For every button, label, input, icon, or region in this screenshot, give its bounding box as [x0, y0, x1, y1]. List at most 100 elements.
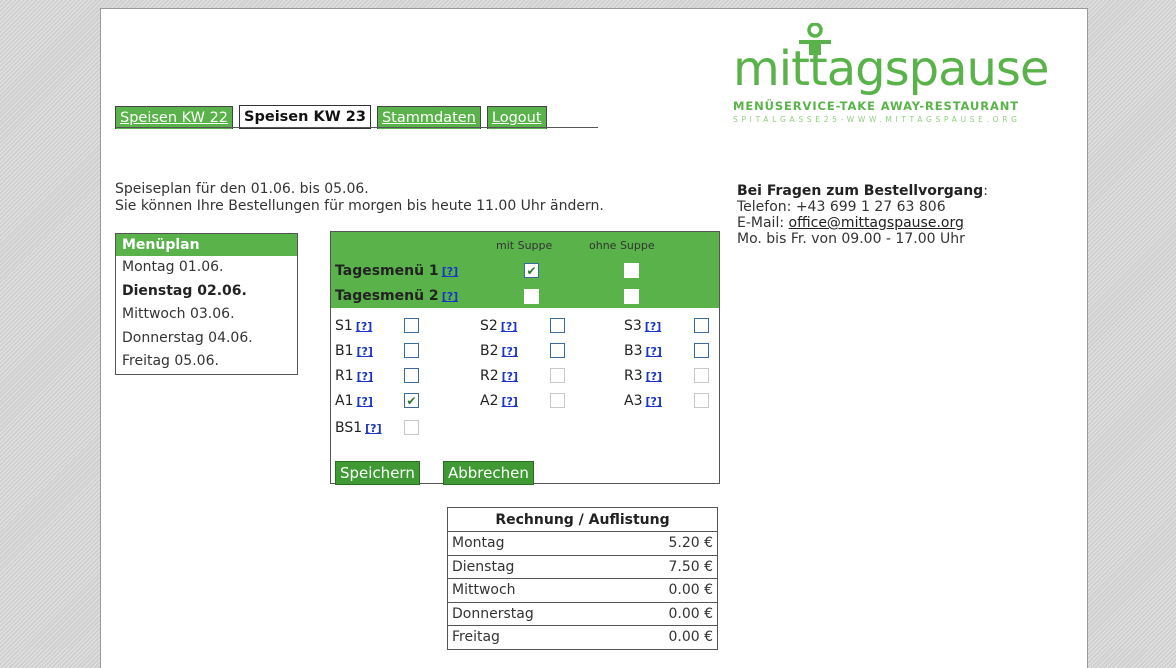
- invoice-amount: 5.20 €: [668, 535, 713, 551]
- invoice-row: Dienstag 7.50 €: [448, 556, 717, 579]
- invoice-day: Donnerstag: [452, 605, 534, 622]
- tagesmenu-1-ohne-suppe-checkbox[interactable]: [624, 263, 639, 278]
- menuplan-day-freitag[interactable]: Freitag 05.06.: [116, 350, 297, 374]
- item-r3-label: R3 [?]: [624, 368, 662, 384]
- tagesmenu-2-label: Tagesmenü 2 [?]: [335, 288, 458, 304]
- menuplan-day-montag[interactable]: Montag 01.06.: [116, 256, 297, 280]
- menuplan-box: Menüplan Montag 01.06. Dienstag 02.06. M…: [115, 233, 298, 375]
- invoice-day: Montag: [452, 535, 505, 551]
- logo: mittagspause MENÜSERVICE-TAKE AWAY-RESTA…: [733, 23, 1078, 124]
- contact-hours: Mo. bis Fr. von 09.00 - 17.00 Uhr: [737, 231, 965, 247]
- contact-heading: Bei Fragen zum Bestellvorgang: [737, 183, 984, 199]
- item-s3-text: S3: [624, 318, 642, 334]
- menuplan-day-dienstag[interactable]: Dienstag 02.06.: [116, 280, 297, 304]
- help-link[interactable]: [?]: [357, 345, 373, 358]
- tab-underline: [115, 127, 598, 128]
- logo-wordmark: mittagspause: [733, 23, 1078, 97]
- logo-address: SPITALGASSE25-WWW.MITTAGSPAUSE.ORG: [733, 115, 1021, 124]
- invoice-table: Rechnung / Auflistung Montag 5.20 € Diens…: [447, 507, 718, 650]
- tagesmenu-2-text: Tagesmenü 2: [335, 288, 439, 304]
- tagesmenu-section: mit Suppe ohne Suppe Tagesmenü 1 [?] ✔ Ta…: [331, 232, 719, 308]
- invoice-amount: 7.50 €: [668, 558, 713, 575]
- invoice-day: Freitag: [452, 629, 500, 645]
- help-link[interactable]: [?]: [356, 320, 372, 333]
- intro-line-2: Sie können Ihre Bestellungen für morgen …: [115, 198, 604, 214]
- invoice-day: Mittwoch: [452, 582, 516, 598]
- menuplan-day-mittwoch[interactable]: Mittwoch 03.06.: [116, 303, 297, 327]
- invoice-title: Rechnung / Auflistung: [448, 508, 717, 532]
- help-link[interactable]: [?]: [502, 370, 518, 383]
- item-b2-label: B2 [?]: [480, 343, 518, 359]
- column-label-ohne-suppe: ohne Suppe: [589, 239, 655, 252]
- item-s2-label: S2 [?]: [480, 318, 517, 334]
- contact-info: Bei Fragen zum Bestellvorgang: Telefon: …: [737, 183, 988, 247]
- tab-bar: Speisen KW 22 Speisen KW 23 Stammdaten L…: [115, 105, 553, 129]
- item-a2-checkbox: [550, 393, 565, 408]
- item-a3-text: A3: [624, 393, 643, 409]
- help-link[interactable]: [?]: [646, 370, 662, 383]
- help-link[interactable]: [?]: [645, 320, 661, 333]
- tagesmenu-2-mit-suppe-checkbox[interactable]: [524, 289, 539, 304]
- logo-text: mittagspause: [733, 41, 1049, 97]
- tab-logout[interactable]: Logout: [486, 106, 547, 129]
- menuplan-title: Menüplan: [116, 234, 297, 256]
- cancel-button[interactable]: Abbrechen: [443, 461, 534, 485]
- help-link[interactable]: [?]: [502, 345, 518, 358]
- check-icon: ✔: [526, 263, 537, 278]
- item-b3-checkbox[interactable]: [694, 343, 709, 358]
- item-b1-label: B1 [?]: [335, 343, 373, 359]
- page-container: Speisen KW 22 Speisen KW 23 Stammdaten L…: [100, 8, 1088, 668]
- item-s2-text: S2: [480, 318, 498, 334]
- tab-stammdaten[interactable]: Stammdaten: [376, 106, 481, 129]
- item-b2-text: B2: [480, 343, 499, 359]
- invoice-row: Donnerstag 0.00 €: [448, 603, 717, 626]
- invoice-day: Dienstag: [452, 558, 515, 575]
- invoice-amount: 0.00 €: [668, 582, 713, 598]
- contact-email-label: E-Mail:: [737, 215, 789, 231]
- item-a1-label: A1 [?]: [335, 393, 373, 409]
- invoice-row: Freitag 0.00 €: [448, 626, 717, 650]
- item-r2-text: R2: [480, 368, 499, 384]
- logo-tagline: MENÜSERVICE-TAKE AWAY-RESTAURANT: [733, 99, 1020, 113]
- item-s3-checkbox[interactable]: [694, 318, 709, 333]
- item-s2-checkbox[interactable]: [550, 318, 565, 333]
- help-link[interactable]: [?]: [501, 320, 517, 333]
- invoice-amount: 0.00 €: [668, 605, 713, 622]
- item-bs1-checkbox: [404, 420, 419, 435]
- help-link[interactable]: [?]: [365, 422, 381, 435]
- item-b1-checkbox[interactable]: [404, 343, 419, 358]
- tab-speisen-kw23[interactable]: Speisen KW 23: [239, 105, 371, 129]
- contact-email-link[interactable]: office@mittagspause.org: [789, 215, 964, 231]
- help-link[interactable]: [?]: [442, 290, 458, 303]
- invoice-amount: 0.00 €: [668, 629, 713, 645]
- item-r1-label: R1 [?]: [335, 368, 373, 384]
- help-link[interactable]: [?]: [357, 370, 373, 383]
- intro-line-1: Speiseplan für den 01.06. bis 05.06.: [115, 181, 369, 197]
- check-icon: ✔: [406, 393, 417, 408]
- help-link[interactable]: [?]: [501, 395, 517, 408]
- item-r1-checkbox[interactable]: [404, 368, 419, 383]
- item-a1-text: A1: [335, 393, 354, 409]
- item-r3-text: R3: [624, 368, 643, 384]
- tagesmenu-1-mit-suppe-checkbox[interactable]: ✔: [524, 263, 539, 278]
- tagesmenu-2-ohne-suppe-checkbox[interactable]: [624, 289, 639, 304]
- item-b2-checkbox[interactable]: [550, 343, 565, 358]
- item-s1-checkbox[interactable]: [404, 318, 419, 333]
- item-r3-checkbox: [694, 368, 709, 383]
- item-bs1-text: BS1: [335, 420, 363, 436]
- save-button[interactable]: Speichern: [335, 461, 420, 485]
- item-r2-checkbox: [550, 368, 565, 383]
- help-link[interactable]: [?]: [356, 395, 372, 408]
- tagesmenu-1-text: Tagesmenü 1: [335, 263, 439, 279]
- help-link[interactable]: [?]: [645, 395, 661, 408]
- help-link[interactable]: [?]: [646, 345, 662, 358]
- tab-speisen-kw22[interactable]: Speisen KW 22: [115, 106, 234, 129]
- item-bs1-label: BS1 [?]: [335, 420, 382, 436]
- item-s1-label: S1 [?]: [335, 318, 372, 334]
- menuplan-day-donnerstag[interactable]: Donnerstag 04.06.: [116, 327, 297, 351]
- item-a1-checkbox[interactable]: ✔: [404, 393, 419, 408]
- order-form: mit Suppe ohne Suppe Tagesmenü 1 [?] ✔ Ta…: [330, 231, 720, 485]
- intro-text: Speiseplan für den 01.06. bis 05.06. Sie…: [115, 181, 604, 215]
- help-link[interactable]: [?]: [442, 265, 458, 278]
- item-r1-text: R1: [335, 368, 354, 384]
